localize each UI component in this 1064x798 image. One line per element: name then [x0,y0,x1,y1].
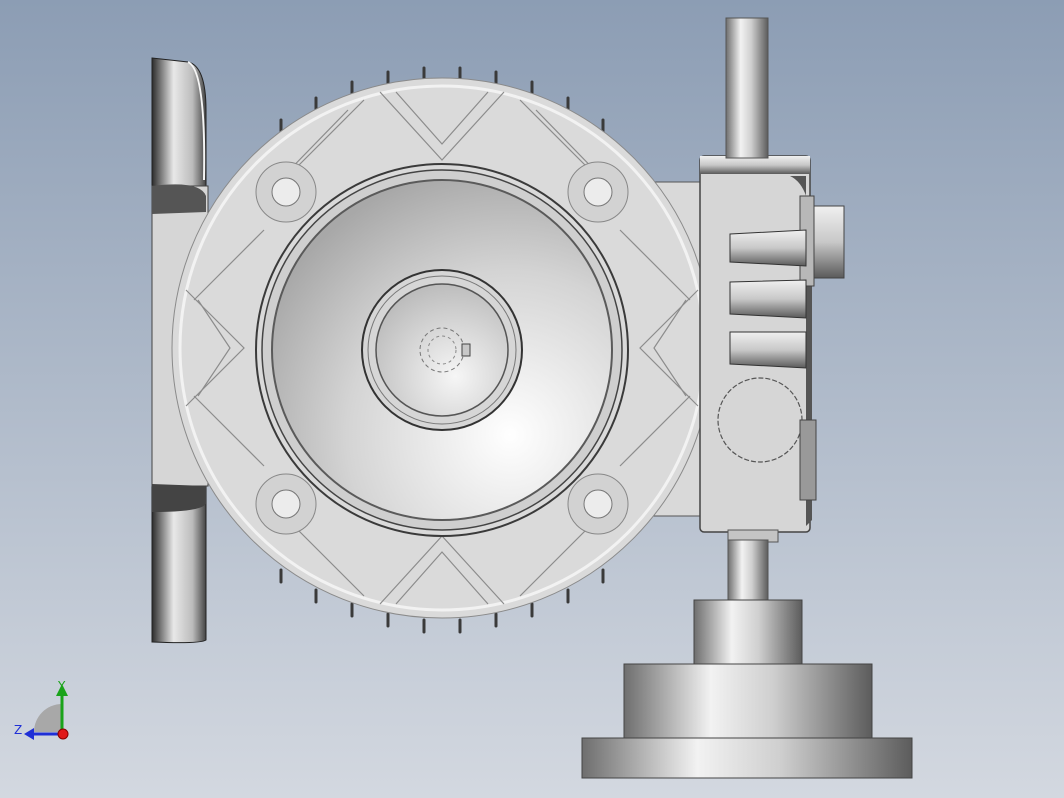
bolt-boss-bottom-right [567,473,629,535]
base-bottom [581,737,913,779]
top-shaft[interactable] [725,17,769,159]
base-middle [623,663,873,741]
bottom-shaft[interactable] [727,539,769,603]
bolt-boss-bottom-left [255,473,317,535]
output-hub[interactable] [361,269,523,431]
bolt-boss-top-left [255,161,317,223]
triad-z-label: Z [14,723,22,737]
worm-teeth [729,229,807,369]
bolt-boss-top-right [567,161,629,223]
3d-viewport[interactable]: Y Z [0,0,1064,798]
base-collar [693,599,803,667]
input-stub[interactable] [811,205,845,279]
keyway [461,343,471,357]
triad-y-label: Y [57,679,66,693]
